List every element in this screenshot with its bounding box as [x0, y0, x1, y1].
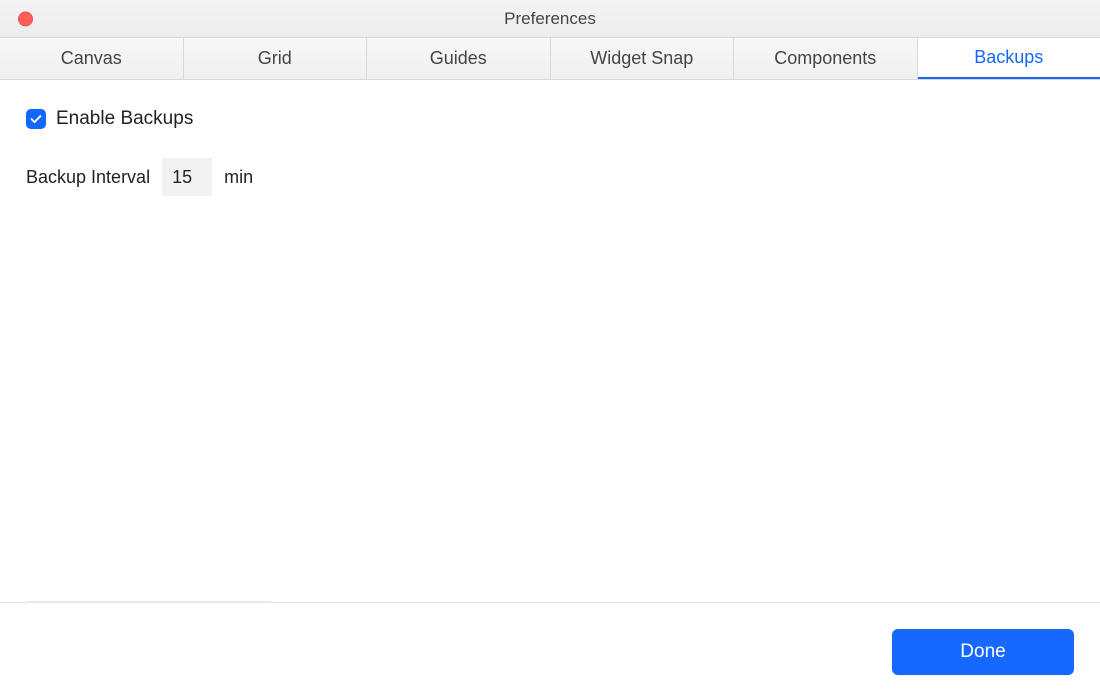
tab-backups[interactable]: Backups — [918, 38, 1100, 79]
close-window-icon[interactable] — [18, 11, 33, 26]
footer: Done — [0, 602, 1100, 700]
enable-backups-label: Enable Backups — [56, 108, 193, 130]
titlebar: Preferences — [0, 0, 1100, 38]
window-title: Preferences — [504, 9, 596, 29]
tab-components[interactable]: Components — [734, 38, 918, 79]
tab-canvas[interactable]: Canvas — [0, 38, 184, 79]
tab-label: Guides — [430, 48, 487, 69]
tab-grid[interactable]: Grid — [184, 38, 368, 79]
tab-label: Canvas — [61, 48, 122, 69]
tab-label: Widget Snap — [590, 48, 693, 69]
backup-interval-label: Backup Interval — [26, 167, 150, 188]
tab-label: Grid — [258, 48, 292, 69]
checkmark-icon — [29, 112, 43, 126]
backup-interval-unit: min — [224, 167, 253, 188]
done-button[interactable]: Done — [892, 629, 1074, 675]
tab-widget-snap[interactable]: Widget Snap — [551, 38, 735, 79]
tab-label: Components — [774, 48, 876, 69]
backup-interval-row: Backup Interval min — [26, 158, 1074, 196]
tab-label: Backups — [974, 47, 1043, 68]
backup-interval-input[interactable] — [162, 158, 212, 196]
enable-backups-checkbox[interactable] — [26, 109, 46, 129]
enable-backups-row: Enable Backups — [26, 108, 1074, 130]
tabs: Canvas Grid Guides Widget Snap Component… — [0, 38, 1100, 80]
tab-guides[interactable]: Guides — [367, 38, 551, 79]
content-backups: Enable Backups Backup Interval min — [0, 80, 1100, 600]
